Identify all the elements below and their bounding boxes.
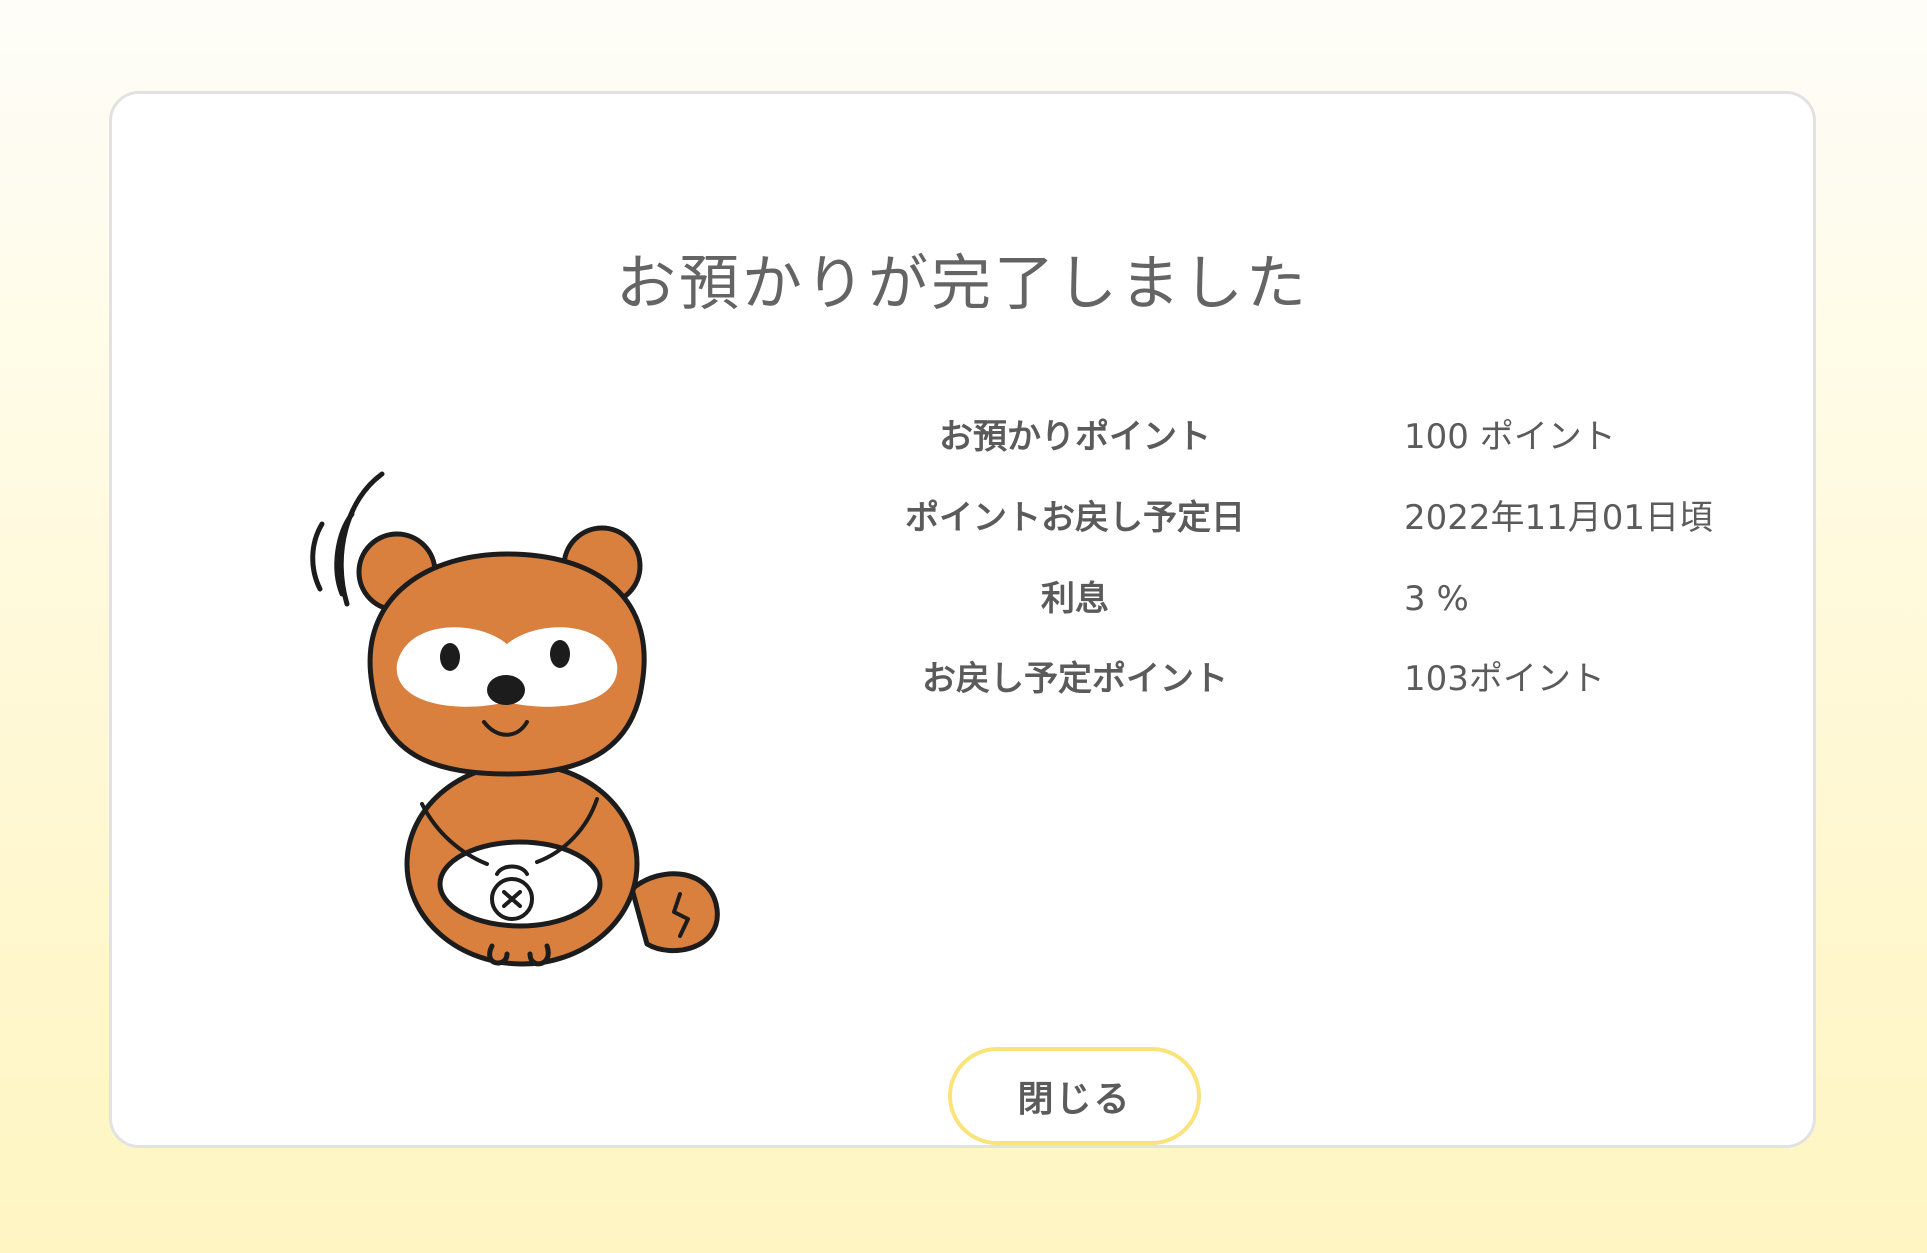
return-points-label: お戻し予定ポイント	[922, 659, 1228, 699]
info-row-interest: 利息 3 %	[112, 579, 1813, 619]
deposit-complete-dialog: お預かりが完了しました お預かりポイント 100 ポイント ポイントお戻し予定日…	[109, 91, 1816, 1148]
close-button[interactable]: 閉じる	[948, 1047, 1201, 1145]
info-row-return-date: ポイントお戻し予定日 2022年11月01日頃	[112, 498, 1813, 538]
return-points-value: 103ポイント	[1404, 659, 1605, 699]
deposit-points-value: 100 ポイント	[1404, 417, 1616, 457]
deposit-points-label: お預かりポイント	[939, 417, 1211, 457]
info-row-return-points: お戻し予定ポイント 103ポイント	[112, 659, 1813, 699]
return-date-label: ポイントお戻し予定日	[905, 498, 1245, 538]
dialog-title: お預かりが完了しました	[616, 249, 1309, 319]
info-row-deposit-points: お預かりポイント 100 ポイント	[112, 417, 1813, 457]
return-date-value: 2022年11月01日頃	[1404, 498, 1714, 538]
interest-label: 利息	[1041, 579, 1109, 619]
interest-value: 3 %	[1404, 579, 1469, 619]
